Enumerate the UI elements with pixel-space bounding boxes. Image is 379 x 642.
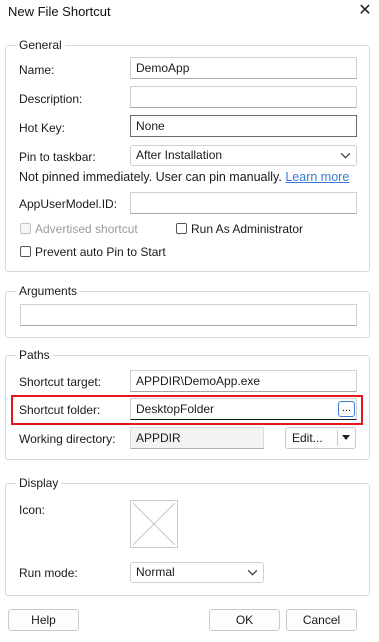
- general-group-title: General: [16, 38, 65, 52]
- run-mode-select[interactable]: Normal: [130, 562, 264, 583]
- edit-split-button[interactable]: Edit...: [285, 427, 356, 449]
- shortcut-folder-label: Shortcut folder:: [19, 403, 101, 417]
- working-directory-label: Working directory:: [19, 432, 116, 446]
- run-mode-value: Normal: [136, 565, 175, 579]
- pin-note-text: Not pinned immediately. User can pin man…: [19, 170, 282, 184]
- appid-label: AppUserModel.ID:: [19, 197, 118, 211]
- prevent-pin-label: Prevent auto Pin to Start: [35, 245, 166, 259]
- appid-input[interactable]: [130, 192, 357, 214]
- arguments-input[interactable]: [20, 304, 357, 326]
- display-group-title: Display: [16, 476, 62, 490]
- advertised-shortcut-checkbox[interactable]: [20, 223, 31, 234]
- description-input[interactable]: [130, 86, 357, 108]
- prevent-pin-checkbox[interactable]: [20, 246, 31, 257]
- learn-more-link[interactable]: Learn more: [285, 170, 349, 184]
- icon-label: Icon:: [19, 503, 46, 517]
- description-label: Description:: [19, 92, 83, 106]
- shortcut-folder-input[interactable]: DesktopFolder: [130, 398, 357, 420]
- pin-taskbar-value: After Installation: [136, 148, 223, 162]
- icon-placeholder[interactable]: [130, 500, 178, 548]
- pin-taskbar-select[interactable]: After Installation: [130, 145, 357, 166]
- arguments-group-title: Arguments: [16, 284, 81, 298]
- pin-taskbar-label: Pin to taskbar:: [19, 150, 96, 164]
- edit-button-label: Edit...: [292, 431, 323, 445]
- cancel-button[interactable]: Cancel: [286, 609, 357, 631]
- help-button[interactable]: Help: [8, 609, 79, 631]
- run-mode-label: Run mode:: [19, 566, 78, 580]
- chevron-down-icon: [247, 569, 258, 576]
- working-directory-input[interactable]: APPDIR: [130, 427, 264, 449]
- empty-icon: [132, 502, 176, 546]
- hotkey-label: Hot Key:: [19, 121, 66, 135]
- run-as-admin-checkbox[interactable]: [176, 223, 187, 234]
- advertised-shortcut-label: Advertised shortcut: [35, 222, 138, 236]
- shortcut-target-label: Shortcut target:: [19, 375, 102, 389]
- shortcut-target-input[interactable]: APPDIR\DemoApp.exe: [130, 370, 357, 392]
- dropdown-arrow-icon[interactable]: [341, 434, 351, 442]
- name-input[interactable]: DemoApp: [130, 57, 357, 79]
- hotkey-input[interactable]: None: [130, 115, 357, 137]
- chevron-down-icon: [340, 152, 351, 159]
- close-icon[interactable]: ✕: [355, 1, 375, 21]
- ok-button[interactable]: OK: [209, 609, 280, 631]
- name-label: Name:: [19, 63, 55, 77]
- browse-folder-button[interactable]: ...: [338, 401, 355, 417]
- run-as-admin-label: Run As Administrator: [191, 222, 304, 236]
- shortcut-folder-value: DesktopFolder: [136, 402, 215, 416]
- paths-group-title: Paths: [16, 348, 53, 362]
- split-divider: [337, 430, 338, 446]
- pin-note: Not pinned immediately. User can pin man…: [19, 170, 349, 184]
- dialog-title: New File Shortcut: [8, 4, 111, 19]
